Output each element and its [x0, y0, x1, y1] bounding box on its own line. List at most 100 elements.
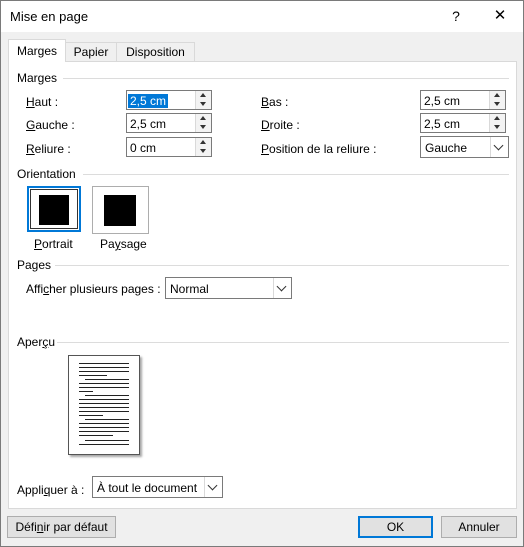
preview-text-line: [79, 415, 103, 416]
triangle-up-icon: [494, 116, 500, 120]
bottom-margin-spin-buttons: [489, 91, 505, 109]
tab-marges[interactable]: Marges: [8, 39, 66, 62]
multiple-pages-value: Normal: [170, 282, 209, 296]
preview-text-line: [85, 379, 129, 380]
landscape-label: Paysage: [100, 237, 147, 251]
left-margin-spin-buttons: [195, 114, 211, 132]
cancel-button[interactable]: Annuler: [441, 516, 517, 538]
bottom-margin-decrease[interactable]: [490, 100, 505, 109]
left-margin-decrease[interactable]: [196, 123, 211, 132]
triangle-up-icon: [200, 116, 206, 120]
landscape-button[interactable]: [92, 186, 149, 234]
left-margin-label-text: auche :: [35, 118, 75, 132]
bottom-margin-accesskey: B: [261, 95, 270, 109]
portrait-button[interactable]: [27, 186, 81, 232]
tab-bar: Marges Papier Disposition: [1, 39, 523, 62]
preview-text-line: [79, 411, 129, 412]
preview-text-line: [79, 371, 129, 372]
apply-to-label-text: uer à :: [50, 483, 85, 497]
top-margin-spin-buttons: [195, 91, 211, 109]
gutter-position-accesskey: P: [261, 142, 270, 156]
preview-text-line: [79, 427, 129, 428]
multiple-pages-dropdown-button[interactable]: [273, 278, 291, 298]
ok-button[interactable]: OK: [358, 516, 433, 538]
pages-group-label: Pages: [17, 258, 52, 272]
left-margin-spinner[interactable]: 2,5 cm: [126, 113, 212, 133]
apply-to-label: Appliquer à :: [17, 483, 84, 497]
right-margin-decrease[interactable]: [490, 123, 505, 132]
preview-text-line: [79, 367, 129, 368]
portrait-accesskey: P: [34, 237, 43, 251]
portrait-page-icon: [39, 195, 69, 225]
triangle-up-icon: [494, 93, 500, 97]
portrait-label-text: ortrait: [42, 237, 73, 251]
preview-text-line: [79, 403, 129, 404]
portrait-label: Portrait: [34, 237, 73, 251]
preview-text-line: [79, 423, 129, 424]
tab-papier[interactable]: Papier: [65, 42, 117, 61]
landscape-label-text: sage: [120, 237, 147, 251]
preview-text-line: [85, 395, 129, 396]
bottom-margin-value[interactable]: 2,5 cm: [424, 94, 460, 108]
gutter-label-text: eliure :: [34, 142, 71, 156]
gutter-decrease[interactable]: [196, 147, 211, 156]
right-margin-accesskey: D: [261, 118, 270, 132]
preview-label-text: u: [48, 335, 56, 349]
top-margin-accesskey: H: [26, 95, 35, 109]
preview-text-line: [85, 419, 129, 420]
preview-text-line: [79, 375, 107, 376]
triangle-down-icon: [200, 102, 206, 106]
close-icon[interactable]: ✕: [487, 5, 513, 27]
apply-to-label-pre: Appli: [17, 483, 44, 497]
right-margin-value[interactable]: 2,5 cm: [424, 117, 460, 131]
set-default-button[interactable]: Définir par défaut: [7, 516, 116, 538]
top-margin-value[interactable]: 2,5 cm: [128, 94, 169, 108]
gutter-position-select[interactable]: Gauche: [420, 136, 509, 158]
landscape-label-pre: Pa: [100, 237, 115, 251]
triangle-down-icon: [494, 125, 500, 129]
right-margin-label: Droite :: [261, 118, 300, 132]
orientation-group-label: Orientation: [17, 167, 76, 181]
left-margin-accesskey: G: [26, 118, 36, 132]
chevron-down-icon: [207, 480, 218, 491]
bottom-margin-label: Bas :: [261, 95, 288, 109]
preview-label-pre: Aper: [17, 335, 43, 349]
gutter-label: Reliure :: [26, 142, 71, 156]
left-margin-value[interactable]: 2,5 cm: [130, 117, 166, 131]
preview-text-line: [79, 444, 129, 445]
multiple-pages-label: Afficher plusieurs pages :: [26, 282, 161, 296]
page-setup-dialog: Mise en page ? ✕ Marges Papier Dispositi…: [0, 0, 524, 547]
apply-to-value: À tout le document: [97, 481, 198, 495]
preview-text-line: [79, 383, 129, 384]
gutter-position-dropdown-button[interactable]: [490, 137, 508, 157]
gutter-spinner[interactable]: 0 cm: [126, 137, 212, 157]
gutter-position-label: Position de la reliure :: [261, 142, 376, 156]
preview-text-line: [79, 431, 129, 432]
gutter-accesskey: R: [26, 142, 35, 156]
apply-to-select[interactable]: À tout le document: [92, 476, 223, 498]
multiple-pages-label-text: her plusieurs pages :: [49, 282, 161, 296]
preview-group-label: Aperçu: [17, 335, 55, 349]
tab-disposition[interactable]: Disposition: [116, 42, 195, 61]
top-margin-spinner[interactable]: 2,5 cm: [126, 90, 212, 110]
apply-to-dropdown-button[interactable]: [204, 477, 222, 497]
right-margin-spin-buttons: [489, 114, 505, 132]
triangle-down-icon: [494, 102, 500, 106]
tab-papier-label: Papier: [73, 45, 109, 59]
preview-text-line: [79, 391, 93, 392]
top-margin-decrease[interactable]: [196, 100, 211, 109]
landscape-page-icon: [104, 195, 136, 226]
preview-text-line: [85, 440, 129, 441]
gutter-value[interactable]: 0 cm: [130, 141, 156, 155]
right-margin-spinner[interactable]: 2,5 cm: [420, 113, 506, 133]
bottom-margin-spinner[interactable]: 2,5 cm: [420, 90, 506, 110]
title-bar: Mise en page ? ✕: [1, 1, 523, 32]
multiple-pages-select[interactable]: Normal: [165, 277, 292, 299]
gutter-spin-buttons: [195, 138, 211, 156]
pages-divider: [55, 265, 509, 266]
preview-text-line: [79, 387, 129, 388]
page-preview: [68, 355, 140, 455]
help-icon[interactable]: ?: [444, 5, 468, 27]
preview-text-line: [79, 407, 129, 408]
top-margin-label-text: aut :: [34, 95, 59, 109]
